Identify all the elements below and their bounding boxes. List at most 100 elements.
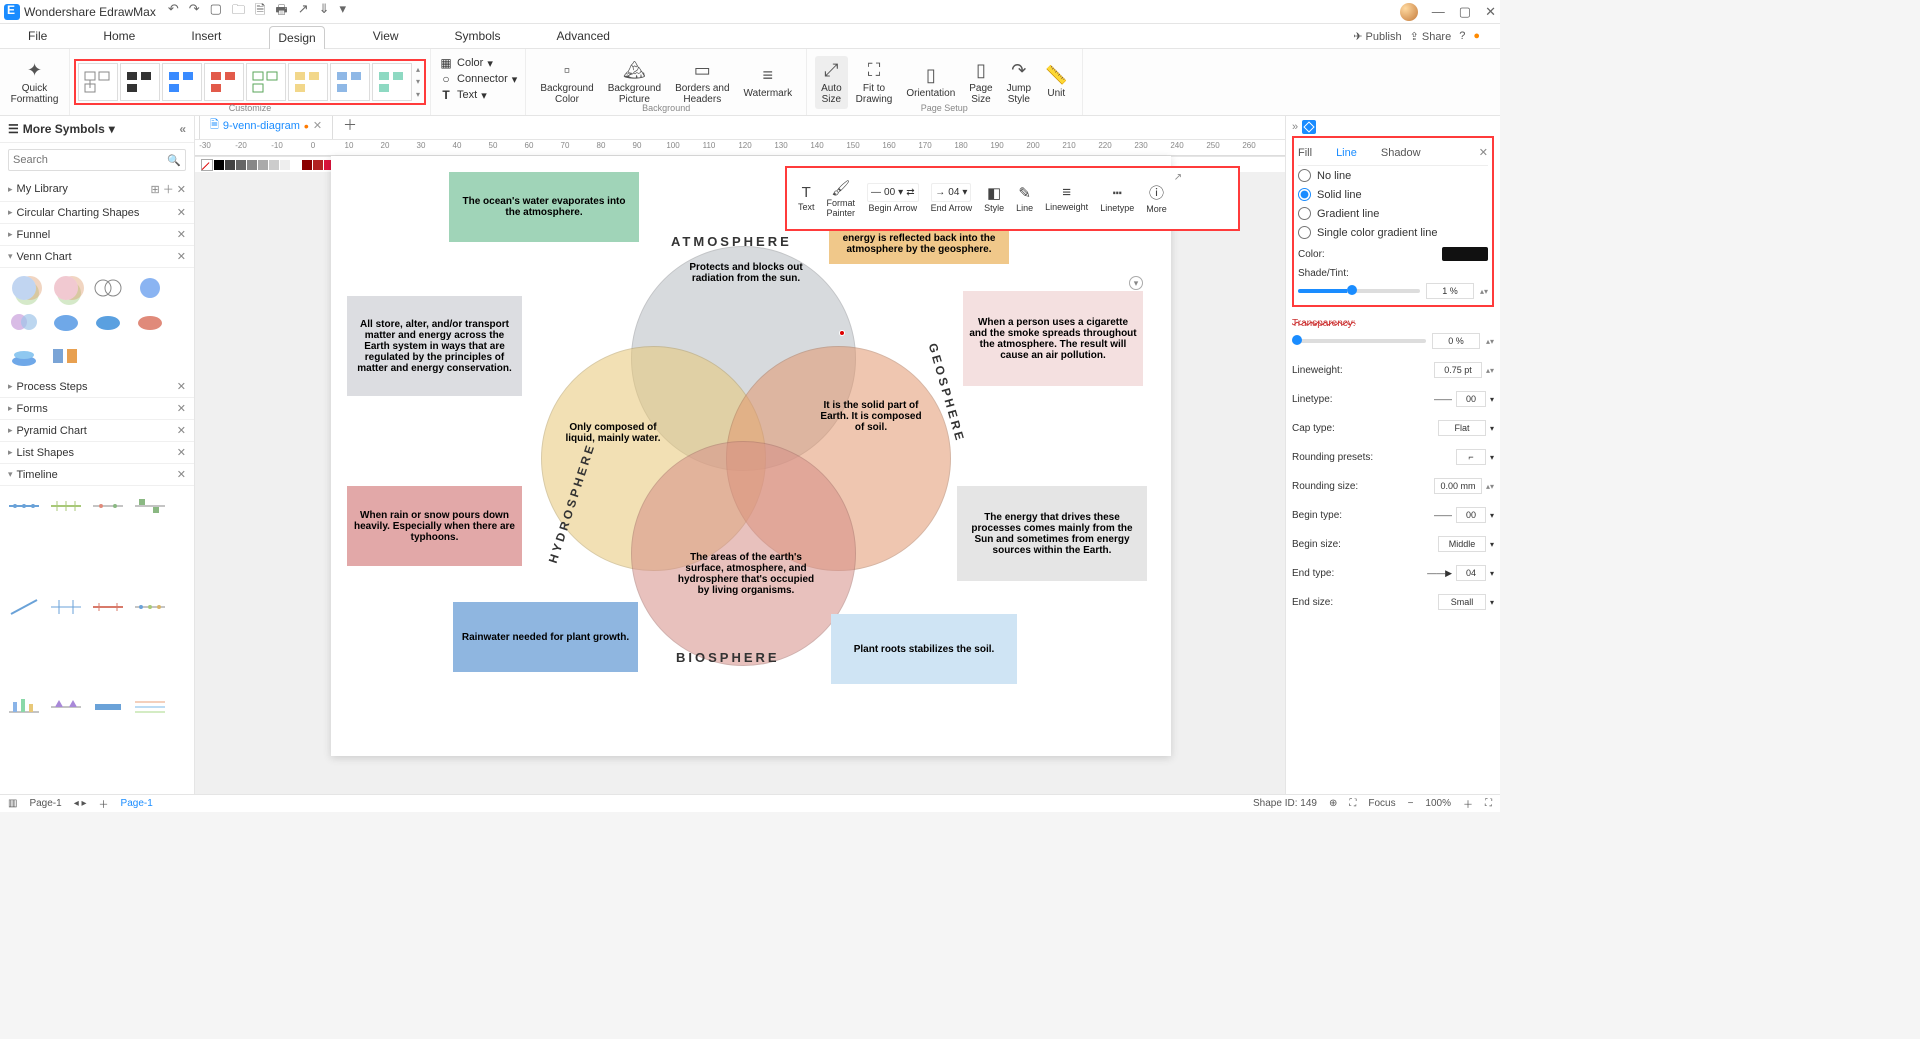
- venn-shape[interactable]: [48, 342, 84, 370]
- transparency-slider[interactable]: [1292, 339, 1426, 343]
- panel-close-icon[interactable]: ✕: [1479, 146, 1488, 159]
- expand-icon[interactable]: ↗: [1174, 172, 1182, 183]
- theme-swatch[interactable]: [204, 63, 244, 101]
- rounding-size-value[interactable]: 0.00 mm: [1434, 478, 1482, 494]
- bg-color-button[interactable]: ▫Background Color: [534, 56, 599, 109]
- canvas-area[interactable]: 🗎 9-venn-diagram • ✕ ＋ -30-20-1001020304…: [195, 116, 1285, 794]
- import-icon[interactable]: ⇓: [319, 1, 330, 23]
- theme-swatch[interactable]: [330, 63, 370, 101]
- menu-symbols[interactable]: Symbols: [447, 25, 509, 47]
- export-icon[interactable]: ↗: [298, 1, 309, 23]
- publish-button[interactable]: ✈ Publish: [1353, 30, 1401, 43]
- undo-icon[interactable]: ↶: [168, 1, 179, 23]
- venn-shape[interactable]: [6, 342, 42, 370]
- search-input[interactable]: [13, 154, 167, 166]
- lineweight-value[interactable]: 0.75 pt: [1434, 362, 1482, 378]
- callout-energy[interactable]: The energy that drives these processes c…: [957, 486, 1147, 581]
- theme-swatch[interactable]: [372, 63, 412, 101]
- ft-text-button[interactable]: TText: [793, 182, 820, 214]
- begin-type-value[interactable]: 00: [1456, 507, 1486, 523]
- page-nav[interactable]: ◂ ▸: [74, 798, 87, 809]
- timeline-shape[interactable]: [90, 693, 126, 721]
- end-size-value[interactable]: Small: [1438, 594, 1486, 610]
- venn-shape[interactable]: [132, 274, 168, 302]
- tab-close-icon[interactable]: ✕: [313, 119, 322, 132]
- menu-advanced[interactable]: Advanced: [549, 25, 618, 47]
- file-tab[interactable]: 🗎 9-venn-diagram • ✕: [199, 116, 333, 139]
- tab-shadow[interactable]: Shadow: [1381, 147, 1421, 159]
- maximize-icon[interactable]: ▢: [1459, 4, 1471, 20]
- unit-button[interactable]: 📏Unit: [1039, 61, 1073, 103]
- drawing-page[interactable]: ATMOSPHERE HYDROSPHERE GEOSPHERE BIOSPHE…: [331, 156, 1171, 756]
- zoom-in[interactable]: ＋: [1463, 796, 1473, 811]
- theme-gallery[interactable]: ▴▾▾: [74, 59, 426, 105]
- theme-swatch[interactable]: [120, 63, 160, 101]
- notify-icon[interactable]: ●: [1473, 30, 1480, 42]
- venn-shape[interactable]: [90, 308, 126, 336]
- share-button[interactable]: ⇪ Share: [1410, 30, 1452, 43]
- menu-home[interactable]: Home: [95, 25, 143, 47]
- connector-menu[interactable]: ○Connector ▾: [439, 71, 517, 87]
- page-tab[interactable]: Page-1: [121, 798, 153, 809]
- minimize-icon[interactable]: —: [1432, 4, 1445, 19]
- callout-rain[interactable]: When rain or snow pours down heavily. Es…: [347, 486, 522, 566]
- lib-circular[interactable]: ▸Circular Charting Shapes✕: [0, 202, 194, 224]
- zoom-value[interactable]: 100%: [1425, 798, 1451, 809]
- bg-picture-button[interactable]: 🏔Background Picture: [602, 56, 667, 109]
- overflow-indicator[interactable]: ▾: [1129, 276, 1143, 290]
- ft-end-arrow[interactable]: →04▾ End Arrow: [926, 181, 978, 215]
- menu-view[interactable]: View: [365, 25, 407, 47]
- expand-panel-icon[interactable]: »: [1292, 121, 1298, 133]
- search-icon[interactable]: 🔍: [167, 154, 181, 167]
- help-icon[interactable]: ?: [1459, 30, 1465, 42]
- theme-swatch[interactable]: [78, 63, 118, 101]
- timeline-shape[interactable]: [132, 492, 168, 520]
- ft-lineweight[interactable]: ≡Lineweight: [1040, 182, 1093, 214]
- ft-format-painter[interactable]: 🖌Format Painter: [822, 177, 861, 220]
- jump-style-button[interactable]: ↷Jump Style: [1001, 56, 1037, 109]
- lib-forms[interactable]: ▸Forms✕: [0, 398, 194, 420]
- radio-gradient-line[interactable]: [1298, 207, 1311, 220]
- begin-size-value[interactable]: Middle: [1438, 536, 1486, 552]
- end-type-value[interactable]: 04: [1456, 565, 1486, 581]
- venn-text-bottom[interactable]: The areas of the earth's surface, atmosp…: [666, 546, 826, 602]
- locate-icon[interactable]: ⊕: [1329, 798, 1337, 809]
- callout-cigarette[interactable]: When a person uses a cigarette and the s…: [963, 291, 1143, 386]
- timeline-shape[interactable]: [132, 593, 168, 621]
- save-icon[interactable]: 🗎: [255, 1, 265, 23]
- shade-slider[interactable]: [1298, 289, 1420, 293]
- venn-shape[interactable]: [6, 274, 42, 302]
- new-icon[interactable]: ▢: [210, 1, 222, 23]
- fit-icon[interactable]: ⛶: [1485, 798, 1492, 809]
- theme-swatch[interactable]: [162, 63, 202, 101]
- hamburger-icon[interactable]: ☰: [8, 122, 19, 136]
- captype-value[interactable]: Flat: [1438, 420, 1486, 436]
- venn-shape[interactable]: [48, 274, 84, 302]
- venn-text-right[interactable]: It is the solid part of Earth. It is com…: [811, 394, 931, 439]
- lib-venn[interactable]: ▾Venn Chart✕: [0, 246, 194, 268]
- transparency-value[interactable]: 0 %: [1432, 333, 1480, 349]
- lib-funnel[interactable]: ▸Funnel✕: [0, 224, 194, 246]
- lib-pyramid[interactable]: ▸Pyramid Chart✕: [0, 420, 194, 442]
- timeline-shape[interactable]: [48, 492, 84, 520]
- timeline-shape[interactable]: [6, 693, 42, 721]
- callout-all[interactable]: All store, alter, and/or transport matte…: [347, 296, 522, 396]
- menu-design[interactable]: Design: [269, 26, 324, 49]
- ft-begin-arrow[interactable]: —00▾ ⇄ Begin Arrow: [862, 181, 924, 215]
- tab-line[interactable]: Line: [1336, 147, 1357, 159]
- tab-fill[interactable]: Fill: [1298, 147, 1312, 159]
- more-icon[interactable]: ▾: [340, 1, 347, 23]
- page-selector[interactable]: Page-1: [29, 798, 61, 809]
- venn-shape[interactable]: [132, 308, 168, 336]
- fullscreen-icon[interactable]: ⛶: [1349, 798, 1356, 809]
- rounding-preset[interactable]: ⌐: [1456, 449, 1486, 465]
- timeline-shape[interactable]: [90, 593, 126, 621]
- radio-no-line[interactable]: [1298, 169, 1311, 182]
- ft-more[interactable]: ⓘMore: [1141, 180, 1172, 216]
- ft-line[interactable]: ✎Line: [1011, 182, 1038, 215]
- lib-process[interactable]: ▸Process Steps✕: [0, 376, 194, 398]
- theme-swatch[interactable]: [288, 63, 328, 101]
- orientation-button[interactable]: ▯Orientation: [900, 61, 961, 103]
- radio-single-gradient[interactable]: [1298, 226, 1311, 239]
- callout-roots[interactable]: Plant roots stabilizes the soil.: [831, 614, 1017, 684]
